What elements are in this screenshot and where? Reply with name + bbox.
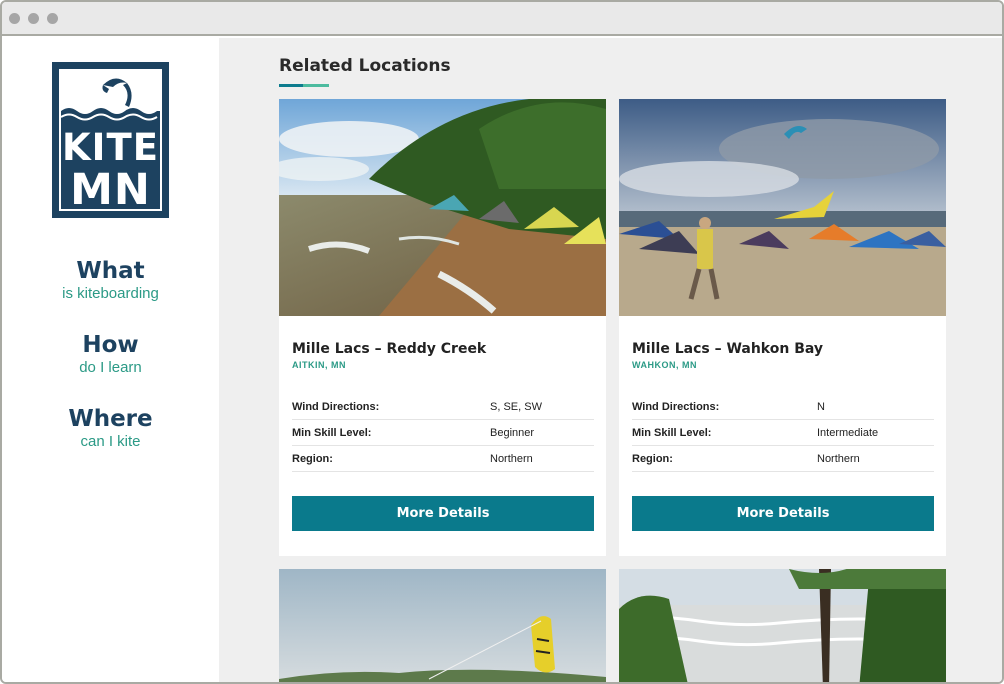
detail-row: Wind Directions: N [632,394,934,420]
detail-value: Northern [490,453,533,465]
window-titlebar [2,2,1002,36]
logo-text-mn: MN [70,165,151,215]
location-card [279,569,606,682]
close-window-icon[interactable] [9,13,20,24]
beach-with-kites-photo[interactable] [279,99,606,316]
detail-label: Wind Directions: [292,401,380,413]
main-content: Related Locations Mille Lacs – Reddy Cre… [219,38,1002,682]
location-card: Mille Lacs – Wahkon Bay WAHKON, MN Wind … [619,99,946,556]
detail-value: Northern [817,453,860,465]
maximize-window-icon[interactable] [47,13,58,24]
detail-label: Min Skill Level: [292,427,372,439]
location-card [619,569,946,682]
sidebar: KITE MN What is kiteboarding How do I le… [2,38,219,682]
kite-wave-icon [60,71,160,123]
card-title[interactable]: Mille Lacs – Reddy Creek [292,341,486,357]
nav-item-where[interactable]: Where can I kite [2,406,219,452]
detail-value: Intermediate [817,427,879,439]
nav-item-subtitle: can I kite [80,433,141,450]
card-title[interactable]: Mille Lacs – Wahkon Bay [632,341,823,357]
browser-window: KITE MN What is kiteboarding How do I le… [0,0,1004,684]
section-title: Related Locations [279,56,451,76]
nav-item-what[interactable]: What is kiteboarding [2,258,219,304]
lake-through-trees-photo[interactable] [619,569,946,682]
detail-row: Region: Northern [292,446,594,472]
nav-item-subtitle: is kiteboarding [62,285,159,302]
detail-label: Region: [632,453,673,465]
detail-label: Region: [292,453,333,465]
detail-value: Beginner [490,427,535,439]
detail-value: S, SE, SW [490,401,542,413]
minimize-window-icon[interactable] [28,13,39,24]
nav-item-title: Where [68,406,153,432]
detail-label: Wind Directions: [632,401,720,413]
nav-item-title: What [76,258,145,284]
title-underline [279,84,329,87]
detail-row: Wind Directions: S, SE, SW [292,394,594,420]
card-location: AITKIN, MN [292,360,346,370]
logo-frame: KITE MN [59,69,162,215]
kite-mn-logo[interactable]: KITE MN [52,62,169,218]
more-details-button[interactable]: More Details [292,496,594,531]
location-card: Mille Lacs – Reddy Creek AITKIN, MN Wind… [279,99,606,556]
detail-row: Region: Northern [632,446,934,472]
detail-label: Min Skill Level: [632,427,712,439]
logo-text-kite: KITE [62,126,159,169]
more-details-button[interactable]: More Details [632,496,934,531]
nav-item-title: How [82,332,139,358]
detail-row: Min Skill Level: Beginner [292,420,594,446]
yellow-kite-sky-photo[interactable] [279,569,606,682]
nav-item-subtitle: do I learn [79,359,142,376]
card-location: WAHKON, MN [632,360,697,370]
detail-row: Min Skill Level: Intermediate [632,420,934,446]
detail-value: N [817,401,825,413]
nav-item-how[interactable]: How do I learn [2,332,219,378]
logo-top-panel [60,71,160,123]
kiteboarders-on-beach-photo[interactable] [619,99,946,316]
